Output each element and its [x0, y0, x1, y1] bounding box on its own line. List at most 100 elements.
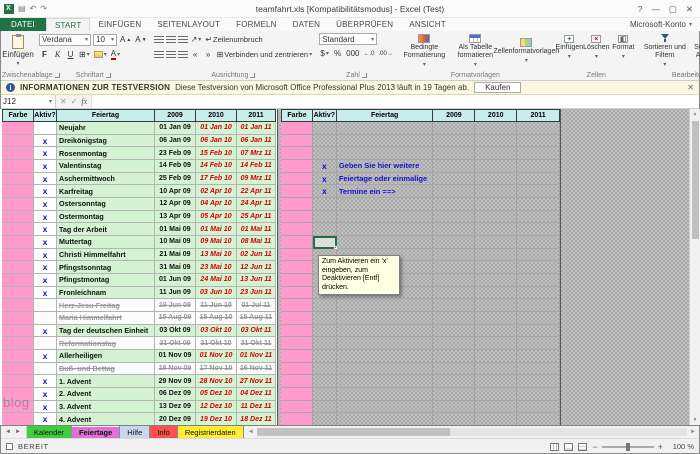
font-color-button[interactable]: A ▾ — [110, 49, 121, 61]
next-sheet-icon[interactable]: ► — [15, 429, 21, 435]
date-2011-cell[interactable]: 01 Nov 11 — [237, 350, 276, 363]
date-2010-cell[interactable]: 14 Feb 10 — [196, 160, 237, 173]
empty-cell[interactable] — [517, 312, 560, 325]
active-flag-cell[interactable] — [312, 312, 337, 325]
help-icon[interactable]: ? — [638, 4, 643, 14]
active-flag-cell[interactable] — [312, 324, 337, 338]
empty-cell[interactable] — [517, 198, 560, 211]
sheet-tab-hilfe[interactable]: Hilfe — [120, 426, 151, 438]
color-cell[interactable] — [2, 286, 34, 300]
color-cell[interactable] — [281, 337, 313, 351]
sheet-tab-feiertage[interactable]: Feiertage — [71, 426, 121, 438]
empty-cell[interactable] — [433, 362, 476, 376]
empty-cell[interactable] — [433, 312, 476, 325]
empty-cell[interactable] — [517, 299, 560, 313]
buy-button[interactable]: Kaufen — [474, 82, 522, 93]
empty-cell[interactable] — [517, 413, 560, 425]
empty-cell[interactable] — [517, 324, 560, 338]
holiday-name-cell[interactable]: Ostermontag — [57, 210, 155, 224]
tab-ansicht[interactable]: ANSICHT — [401, 18, 454, 31]
active-flag-cell[interactable]: x — [34, 274, 57, 287]
holiday-name-cell[interactable]: Buß- und Bettag — [57, 362, 155, 376]
color-cell[interactable] — [2, 375, 34, 389]
empty-cell[interactable] — [433, 413, 476, 425]
date-2009-cell[interactable]: 19 Jun 09 — [155, 299, 196, 313]
active-flag-cell[interactable] — [313, 413, 337, 425]
empty-cell[interactable] — [517, 286, 560, 300]
align-right-icon[interactable] — [177, 50, 188, 59]
date-2010-cell[interactable]: 09 Mai 10 — [196, 236, 237, 249]
hscroll-track[interactable] — [256, 428, 688, 436]
active-flag-cell[interactable]: x — [312, 172, 337, 186]
color-cell[interactable] — [281, 223, 313, 237]
delete-cells-button[interactable]: × Löschen ▾ — [583, 33, 610, 60]
page-break-view-icon[interactable] — [578, 442, 588, 451]
color-cell[interactable] — [2, 248, 34, 262]
holiday-name-cell[interactable]: Reformationstag — [57, 337, 155, 351]
holiday-name-cell[interactable]: Karfreitag — [57, 185, 155, 199]
empty-cell[interactable] — [433, 172, 476, 186]
tab-datei[interactable]: DATEI — [0, 18, 46, 31]
date-2010-cell[interactable]: 31 Okt 10 — [196, 337, 237, 351]
color-cell[interactable] — [281, 413, 313, 425]
header-farbe[interactable]: Farbe — [2, 109, 34, 122]
color-cell[interactable] — [281, 122, 313, 135]
empty-cell[interactable] — [475, 198, 518, 211]
empty-cell[interactable] — [517, 388, 560, 401]
align-left-icon[interactable] — [153, 50, 164, 59]
empty-cell[interactable] — [433, 375, 476, 389]
fill-color-button[interactable]: ▾ — [93, 49, 108, 61]
note-cell[interactable]: Termine ein ==> — [336, 185, 434, 199]
date-2010-cell[interactable]: 01 Jan 10 — [196, 122, 237, 135]
empty-cell[interactable] — [517, 400, 560, 414]
empty-cell[interactable] — [475, 400, 518, 414]
align-top-icon[interactable] — [153, 35, 164, 44]
empty-cell[interactable] — [517, 261, 560, 275]
color-cell[interactable] — [2, 362, 34, 376]
active-flag-cell[interactable]: x — [34, 400, 57, 414]
empty-cell[interactable] — [517, 375, 560, 389]
merge-center-button[interactable]: ⊞ Verbinden und zentrieren ▾ — [216, 49, 314, 61]
empty-cell[interactable] — [517, 210, 560, 224]
dialog-launcher-icon[interactable] — [105, 73, 111, 78]
empty-cell[interactable] — [475, 172, 518, 186]
shrink-font-button[interactable]: A ▼ — [134, 34, 147, 46]
confirm-entry-icon[interactable]: ✓ — [71, 97, 78, 106]
tab-einfuegen[interactable]: EINFÜGEN — [90, 18, 149, 31]
date-2009-cell[interactable]: 13 Dez 09 — [155, 400, 196, 414]
active-flag-cell[interactable]: x — [34, 413, 57, 425]
date-2011-cell[interactable]: 02 Jun 11 — [237, 248, 276, 262]
note-cell[interactable] — [336, 350, 434, 363]
empty-cell[interactable] — [433, 210, 476, 224]
header-2010[interactable]: 2010 — [196, 109, 237, 122]
empty-cell[interactable] — [475, 223, 518, 237]
color-cell[interactable] — [2, 223, 34, 237]
holiday-name-cell[interactable]: Herz-Jesu-Freitag — [57, 299, 155, 313]
dialog-launcher-icon[interactable] — [361, 73, 367, 78]
date-2011-cell[interactable]: 03 Okt 11 — [237, 324, 276, 338]
empty-cell[interactable] — [517, 185, 560, 199]
header-aktiv[interactable]: Aktiv? — [312, 109, 337, 122]
empty-cell[interactable] — [475, 134, 518, 148]
date-2010-cell[interactable]: 01 Nov 10 — [196, 350, 237, 363]
empty-cell[interactable] — [517, 236, 560, 249]
date-2009-cell[interactable]: 14 Feb 09 — [155, 160, 196, 173]
empty-cell[interactable] — [475, 274, 518, 287]
dialog-launcher-icon[interactable] — [250, 73, 256, 78]
active-flag-cell[interactable]: x — [34, 248, 57, 262]
date-2009-cell[interactable]: 20 Dez 09 — [155, 413, 196, 425]
header-2011[interactable]: 2011 — [237, 109, 276, 122]
empty-cell[interactable] — [433, 337, 476, 351]
empty-cell[interactable] — [433, 261, 476, 275]
date-2011-cell[interactable]: 01 Jul 11 — [237, 299, 276, 313]
italic-button[interactable]: K — [52, 49, 63, 61]
decrease-indent-button[interactable]: « — [190, 49, 201, 61]
font-name-select[interactable]: Verdana ▾ — [39, 33, 91, 46]
color-cell[interactable] — [281, 172, 313, 186]
active-flag-cell[interactable] — [312, 223, 337, 237]
scrollbar-thumb[interactable] — [691, 121, 699, 239]
conditional-formatting-button[interactable]: Bedingte Formatierung ▾ — [400, 33, 449, 68]
color-cell[interactable] — [2, 350, 34, 363]
date-2009-cell[interactable]: 01 Nov 09 — [155, 350, 196, 363]
scroll-right-icon[interactable]: ► — [690, 429, 696, 435]
